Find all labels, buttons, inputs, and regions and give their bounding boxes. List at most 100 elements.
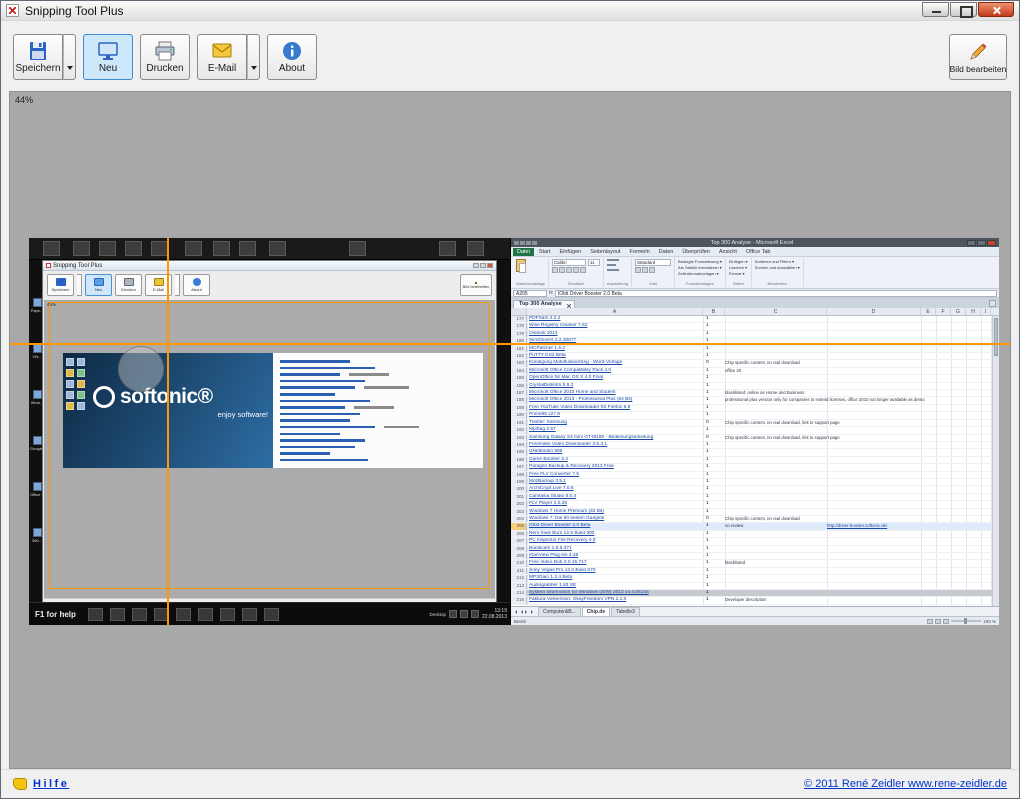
excel-cell [827, 375, 921, 381]
excel-cell: 178 [511, 323, 527, 330]
window-thumbnail [99, 241, 116, 256]
new-button[interactable]: Neu [83, 34, 133, 80]
help-link[interactable]: Hilfe [33, 778, 69, 790]
desktop-peek-label: Desktop [429, 611, 446, 617]
excel-cell [827, 486, 921, 492]
excel-cell: Chip specific content, no real download [725, 360, 800, 366]
save-button[interactable]: Speichern [13, 34, 63, 80]
excel-cell: 1 [706, 390, 709, 396]
preview-canvas[interactable]: 44% Pape... VN... Work... Google... Office T… [9, 91, 1011, 769]
minimize-button[interactable] [922, 2, 949, 17]
save-icon [30, 42, 46, 60]
excel-cell [725, 323, 827, 329]
taskbar-tray: Desktop 13:19 22.08.2013 [429, 608, 507, 620]
taskbar-icon [263, 607, 279, 621]
tray-icon [459, 610, 468, 618]
excel-grid: ABCDEFGHI 177 PDFSam 2.2.2 1 178 Wise Regist… [511, 308, 999, 606]
excel-cell [827, 368, 921, 374]
save-dropdown[interactable] [63, 34, 76, 80]
taskbar-icon [87, 607, 103, 621]
excel-cell [725, 546, 827, 552]
excel-cell [827, 390, 921, 396]
excel-doc-tab-bar: Top 300 Analyse [511, 298, 999, 308]
excel-row: 179 Outlook 2013 1 [511, 330, 999, 339]
ribbon-group-editing: Sortieren und Filtern ▾ Suchen und Auswäh… [752, 258, 804, 287]
excel-cell: 1 [706, 375, 709, 381]
excel-cell: 1 [706, 404, 709, 410]
taskbar-icon [197, 607, 213, 621]
excel-cell: MCPatcher 1.5.2 [529, 345, 565, 351]
excel-cell [827, 538, 921, 544]
window-controls [922, 1, 1014, 18]
excel-cell: 1 [706, 316, 709, 321]
inner-toolbar: Speichern Neu Drucken E-Mail About Bild … [43, 271, 496, 299]
excel-cell: 201 [511, 493, 527, 501]
print-icon [123, 278, 134, 286]
excel-cell: Wise Registry Cleaner 7.82 [529, 323, 588, 329]
excel-row: 195 UNetbootin 585 1 [511, 449, 999, 457]
email-button[interactable]: E-Mail [197, 34, 247, 80]
excel-cell: Kündigung Mobilfunkvertrag - Word-Vorlag… [529, 360, 623, 366]
excel-cell: 182 [511, 353, 527, 360]
taskbar-icon [131, 607, 147, 621]
save-label: Speichern [15, 63, 61, 74]
info-icon [192, 278, 201, 286]
excel-cell [725, 316, 827, 322]
excel-edit-buttons: Sortieren und Filtern ▾ Suchen und Auswäh… [755, 259, 800, 271]
excel-cell [725, 464, 827, 470]
excel-cell [827, 479, 921, 485]
excel-ribbon-tab: Seitenlayout [590, 249, 621, 255]
number-format-box: Standard [635, 259, 672, 266]
chevron-down-icon [66, 66, 73, 73]
excel-ribbon: Zwischenablage Calibri 11 Schriftart Aus… [511, 257, 999, 289]
excel-cell: 1 [706, 493, 709, 499]
close-icon [987, 239, 996, 246]
excel-ribbon-tab: Datei [513, 248, 534, 256]
excel-cell [725, 405, 827, 411]
close-button[interactable] [978, 2, 1014, 17]
excel-column-header: C [725, 308, 827, 315]
excel-status-text: Bereit [514, 618, 526, 624]
close-icon [989, 300, 996, 307]
info-icon [283, 42, 301, 60]
excel-cell: 183 [511, 360, 527, 367]
maximize-button[interactable] [950, 2, 977, 18]
excel-cell [827, 331, 921, 337]
window-thumbnail [439, 241, 456, 256]
print-button[interactable]: Drucken [140, 34, 190, 80]
excel-row: 201 Camtasia Studio 8.0.4 1 [511, 493, 999, 502]
excel-cell: 1 [706, 353, 709, 359]
excel-cell [725, 568, 827, 574]
excel-row: 182 PuTTY 0.62 Beta 1 [511, 353, 999, 361]
excel-cell [827, 383, 921, 389]
inner-window-title: Snipping Tool Plus [53, 262, 103, 269]
excel-cell: Free YouTube Video Downloader für Firefo… [529, 404, 631, 410]
excel-cell: 208 [511, 545, 527, 552]
excel-row: 190 Prime95 v27.9 1 [511, 412, 999, 420]
excel-cell [725, 538, 827, 544]
ribbon-button: Zellenformatvorlagen ▾ [678, 271, 719, 276]
excel-status-right: 100 % [927, 618, 996, 624]
about-button[interactable]: About [267, 34, 317, 80]
excel-cell [827, 597, 921, 603]
excel-column-header: H [966, 308, 981, 315]
copyright-link[interactable]: © 2011 René Zeidler www.rene-zeidler.de [804, 778, 1007, 790]
excel-cell: 1 [706, 501, 709, 507]
edit-image-button[interactable]: Bild bearbeiten [949, 34, 1007, 80]
taskbar-icon [109, 607, 125, 621]
new-label: Neu [98, 63, 118, 74]
sheet-nav-icons [513, 609, 535, 614]
excel-cell [827, 464, 921, 470]
inner-title-bar: Snipping Tool Plus [43, 261, 496, 271]
excel-cell: 190 [511, 412, 527, 419]
excel-cell: 195 [511, 449, 527, 456]
excel-column-header: A [527, 308, 703, 315]
title-bar: Snipping Tool Plus [1, 1, 1019, 21]
dock-strip [29, 238, 510, 260]
excel-cell: 1 [706, 345, 709, 351]
excel-cell [725, 486, 827, 492]
excel-cell: 214 [511, 590, 527, 597]
email-dropdown[interactable] [247, 34, 260, 80]
window-thumbnail [125, 241, 142, 256]
excel-row: 197 Paragon Backup & Recovery 2013 Free 1 [511, 464, 999, 472]
